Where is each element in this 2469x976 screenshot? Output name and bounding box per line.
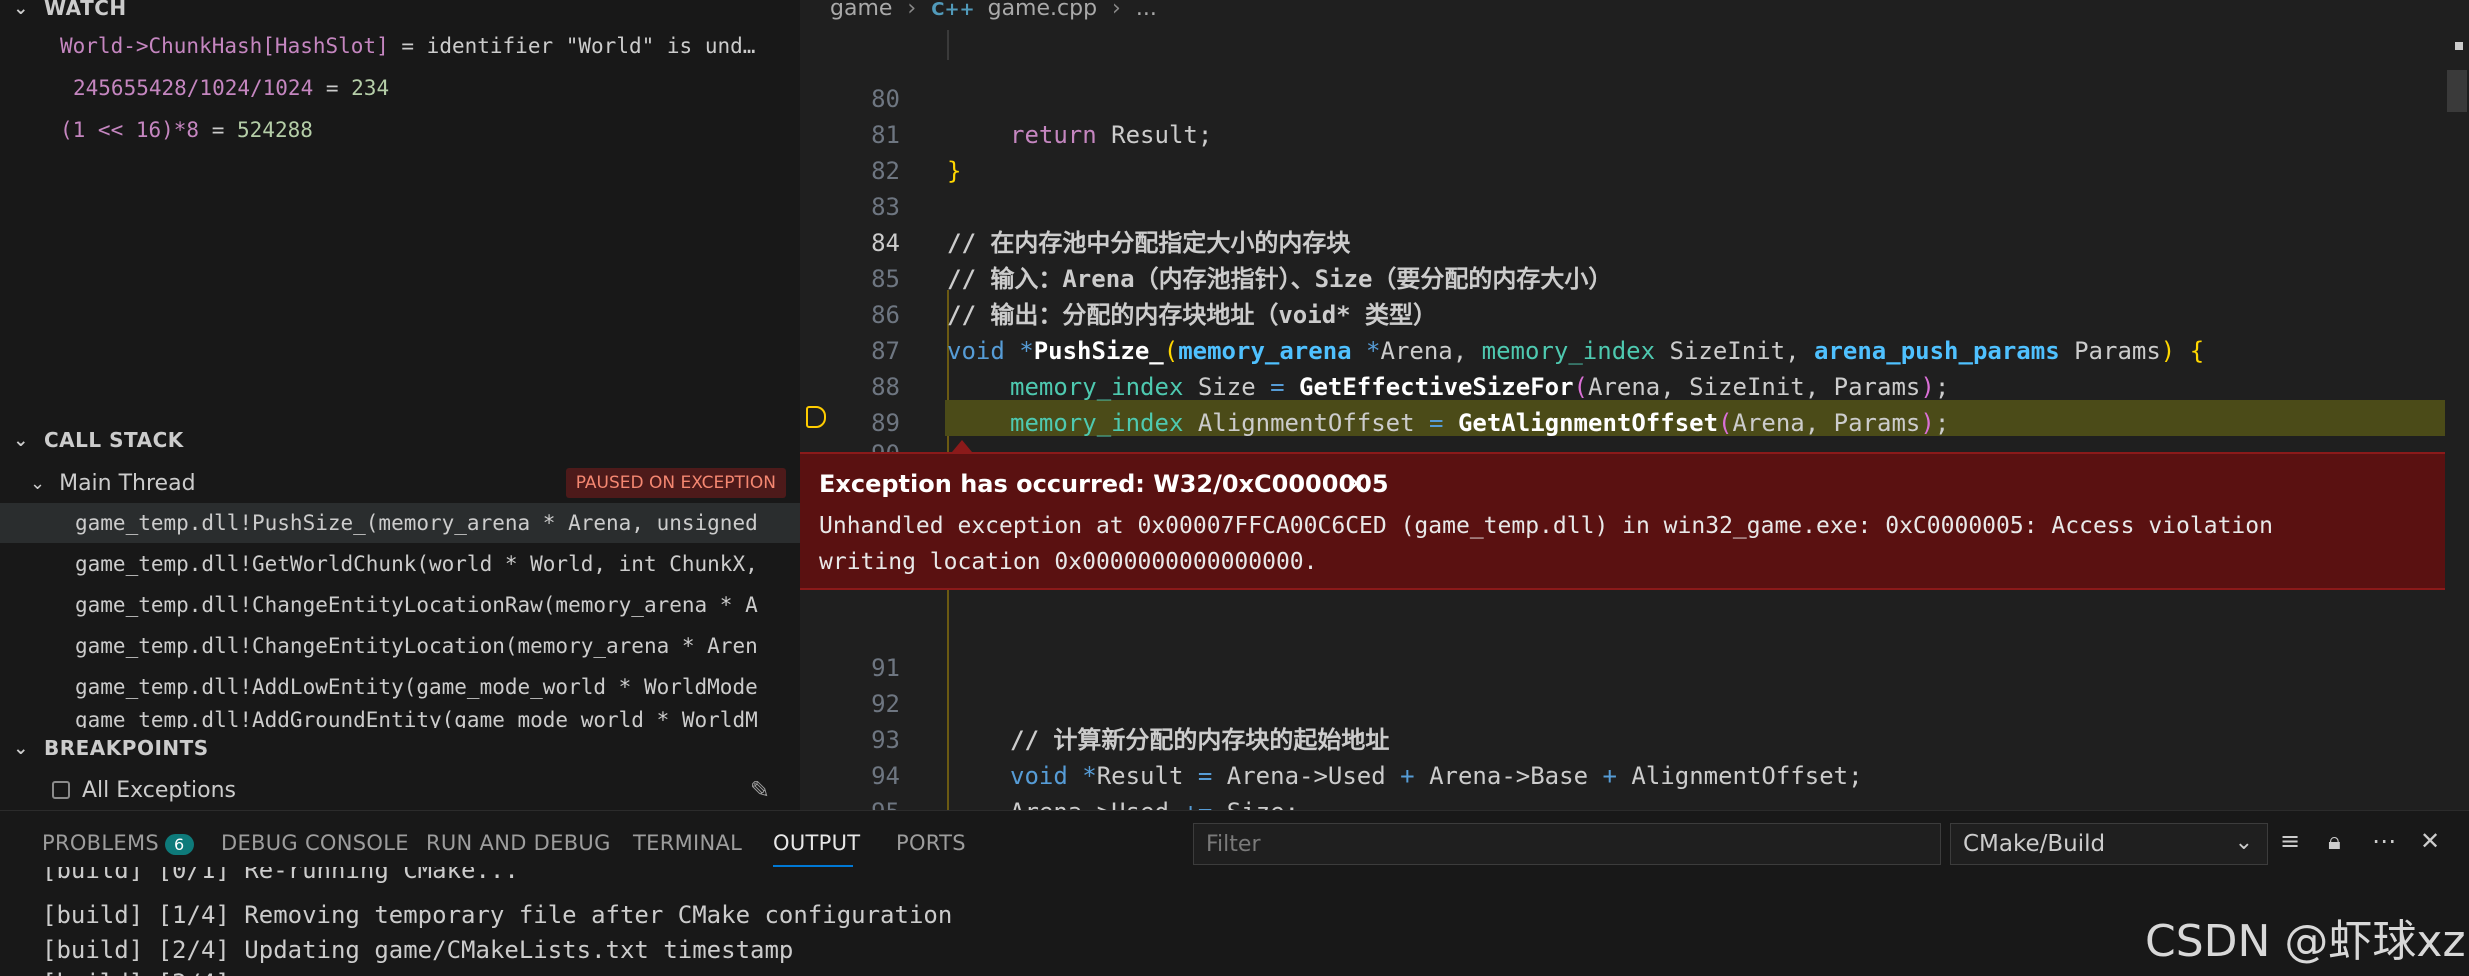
chevron-down-icon: ⌄	[2234, 830, 2253, 855]
call-stack-title: CALL STACK	[44, 428, 184, 452]
code-line: 81 }	[800, 81, 2469, 185]
code-line: 85 // 输出：分配的内存块地址（void* 类型）	[800, 225, 2469, 329]
code-line: 82	[800, 117, 2469, 185]
chevron-down-icon: ⌄	[13, 737, 29, 759]
code-line: 80 return Result;	[800, 45, 2469, 149]
scrollbar-thumb[interactable]	[2447, 70, 2467, 112]
watch-value: 234	[351, 76, 390, 100]
watch-expression: World->ChunkHash[HashSlot]	[60, 34, 389, 58]
close-panel-icon[interactable]: ✕	[2420, 827, 2440, 855]
code-line: 84 // 输入：Arena（内存池指针）、Size（要分配的内存大小）	[800, 189, 2469, 293]
watch-expression: 245655428/1024/1024	[73, 76, 314, 100]
stack-frame[interactable]: game_temp.dll!AddGroundEntity(game_mode_…	[0, 708, 800, 730]
breakpoints-section-header[interactable]: ⌄ BREAKPOINTS	[0, 728, 800, 768]
active-tab-indicator	[773, 865, 853, 867]
watermark: CSDN @虾球xz	[2145, 916, 2466, 967]
output-line: [build] [1/4] Removing temporary file af…	[42, 901, 953, 929]
watch-expression: (1 << 16)*8	[60, 118, 200, 142]
watch-equals: =	[313, 76, 352, 100]
stack-frame[interactable]: game_temp.dll!AddLowEntity(game_mode_wor…	[0, 667, 800, 707]
editor-scrollbar[interactable]	[2445, 0, 2469, 810]
clear-output-icon[interactable]: ≡	[2280, 827, 2300, 855]
breakpoint-item[interactable]: All Exceptions ✎	[0, 770, 800, 810]
bottom-panel: PROBLEMS 6 DEBUG CONSOLE RUN AND DEBUG TE…	[0, 810, 2469, 976]
watch-title: WATCH	[44, 0, 127, 20]
code-line: 91	[800, 614, 2469, 682]
chevron-down-icon: ⌄	[13, 0, 29, 19]
chevron-down-icon: ⌄	[30, 472, 46, 494]
code-line: 92 // 计算新分配的内存块的起始地址	[800, 650, 2469, 754]
code-line: 93 void *Result = Arena->Used + Arena->B…	[800, 686, 2469, 790]
watch-value: identifier "World" is und…	[426, 34, 756, 58]
breakpoint-label: All Exceptions	[82, 777, 236, 803]
code-line: 94 Arena->Used += Size;	[800, 722, 2469, 810]
watch-section-header[interactable]: ⌄ WATCH	[0, 0, 800, 28]
more-actions-icon[interactable]: ⋯	[2372, 827, 2396, 855]
output-line: [build] [0/1] Re-running CMake...	[42, 867, 519, 884]
tab-run-and-debug[interactable]: RUN AND DEBUG	[426, 831, 611, 855]
code-editor[interactable]: game › C++ game.cpp › ... 79 bool32 Resu…	[800, 0, 2469, 810]
overview-ruler-mark	[2455, 42, 2463, 50]
watch-value: 524288	[237, 118, 313, 142]
chevron-down-icon: ⌄	[13, 429, 29, 451]
exception-pointer	[952, 440, 972, 452]
code-line: 96 Assert(Size >= SizeInit);	[800, 794, 2469, 810]
tab-problems[interactable]: PROBLEMS 6	[42, 831, 194, 855]
watch-item[interactable]: (1 << 16)*8 = 524288	[60, 118, 313, 142]
tab-ports[interactable]: PORTS	[896, 831, 966, 855]
stack-frame[interactable]: game_temp.dll!ChangeEntityLocationRaw(me…	[0, 585, 800, 625]
code-line: 90 Assert((Arena->Used + Size) <= Arena-…	[800, 400, 2469, 504]
watch-item[interactable]: 245655428/1024/1024 = 234	[73, 76, 389, 100]
debug-sidebar: ⌄ WATCH World->ChunkHash[HashSlot] = ide…	[0, 0, 800, 810]
thread-name: Main Thread	[59, 470, 196, 496]
output-line: [build] [2/4] Updating game/CMakeLists.t…	[42, 936, 794, 964]
close-icon[interactable]: ×	[1345, 466, 1368, 499]
exception-title: Exception has occurred: W32/0xC0000005	[819, 470, 1389, 498]
lock-icon[interactable]: 🔒︎	[2328, 827, 2341, 855]
stack-frame[interactable]: game_temp.dll!GetWorldChunk(world * Worl…	[0, 544, 800, 584]
tab-debug-console[interactable]: DEBUG CONSOLE	[221, 831, 409, 855]
stack-frame[interactable]: game_temp.dll!ChangeEntityLocation(memor…	[0, 626, 800, 666]
watch-equals: =	[388, 34, 427, 58]
code-line: 87 memory_index Size = GetEffectiveSizeF…	[800, 297, 2469, 401]
all-exceptions-checkbox[interactable]	[52, 781, 70, 799]
output-channel-value: CMake/Build	[1963, 831, 2106, 857]
call-stack-section-header[interactable]: ⌄ CALL STACK	[0, 420, 800, 460]
code-line: 95	[800, 758, 2469, 810]
tab-label: PROBLEMS	[42, 831, 160, 855]
code-line: 86 void *PushSize_(memory_arena *Arena, …	[800, 261, 2469, 365]
exception-widget: Exception has occurred: W32/0xC0000005 ×…	[800, 452, 2448, 590]
code-line: 88 memory_index AlignmentOffset = GetAli…	[800, 333, 2469, 437]
output-channel-select[interactable]: CMake/Build ⌄	[1950, 823, 2268, 865]
stack-frame[interactable]: game_temp.dll!PushSize_(memory_arena * A…	[0, 503, 800, 543]
tab-terminal[interactable]: TERMINAL	[633, 831, 742, 855]
paused-status-badge: PAUSED ON EXCEPTION	[565, 468, 786, 498]
breakpoints-title: BREAKPOINTS	[44, 736, 209, 760]
output-filter-input[interactable]: Filter	[1193, 823, 1941, 865]
problems-count-badge: 6	[165, 834, 194, 855]
code-line: 83 // 在内存池中分配指定大小的内存块	[800, 153, 2469, 257]
edit-icon[interactable]: ✎	[750, 776, 770, 804]
watch-item[interactable]: World->ChunkHash[HashSlot] = identifier …	[60, 34, 755, 58]
watch-equals: =	[199, 118, 238, 142]
tab-output[interactable]: OUTPUT	[773, 831, 860, 855]
exception-message: Unhandled exception at 0x00007FFCA00C6CE…	[819, 513, 2273, 575]
